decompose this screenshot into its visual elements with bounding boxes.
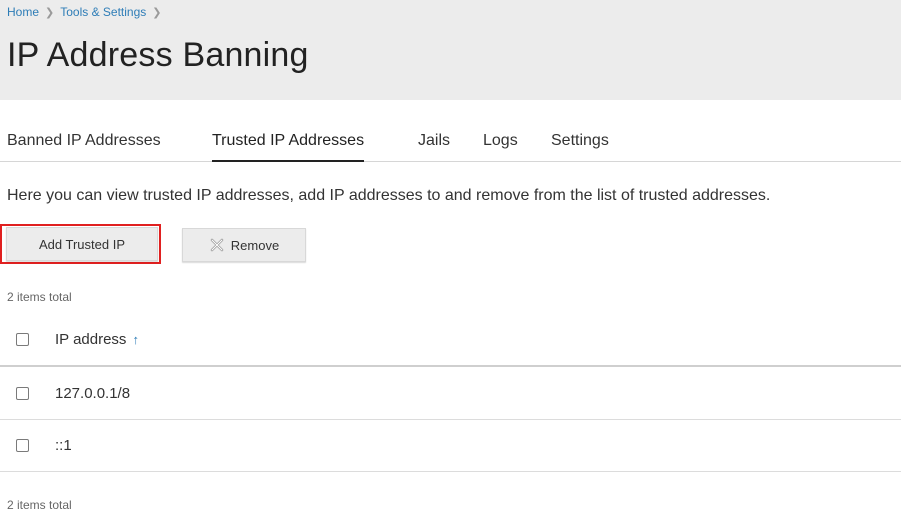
- row-checkbox[interactable]: [16, 438, 29, 452]
- tab-logs[interactable]: Logs: [483, 132, 518, 160]
- ip-address-cell: ::1: [55, 436, 72, 454]
- tab-trusted-ip-addresses[interactable]: Trusted IP Addresses: [212, 132, 365, 162]
- table-row: 127.0.0.1/8: [0, 367, 901, 420]
- page-description: Here you can view trusted IP addresses, …: [7, 187, 771, 204]
- tab-bar: Banned IP Addresses Trusted IP Addresses…: [0, 128, 901, 162]
- row-checkbox[interactable]: [16, 386, 29, 400]
- page-title: IP Address Banning: [7, 36, 309, 74]
- ip-address-cell: 127.0.0.1/8: [55, 384, 131, 402]
- chevron-right-icon: ❯: [45, 6, 55, 19]
- breadcrumb-home[interactable]: Home: [7, 5, 39, 19]
- remove-button-label: Remove: [230, 237, 280, 253]
- sort-ascending-icon: ↑: [132, 332, 139, 347]
- tab-banned-ip-addresses[interactable]: Banned IP Addresses: [7, 132, 161, 160]
- chevron-right-icon: ❯: [152, 6, 162, 19]
- items-count-top: 2 items total: [7, 290, 72, 304]
- tab-settings[interactable]: Settings: [551, 132, 609, 160]
- table-header-row: IP address ↑: [0, 314, 901, 367]
- remove-x-icon: [209, 237, 225, 253]
- tab-jails[interactable]: Jails: [418, 132, 450, 160]
- table-row: ::1: [0, 419, 901, 472]
- select-all-checkbox[interactable]: [16, 333, 29, 346]
- add-trusted-ip-button[interactable]: Add Trusted IP: [6, 227, 158, 261]
- breadcrumb-tools-settings[interactable]: Tools & Settings: [60, 5, 146, 19]
- column-header-ip-address[interactable]: IP address ↑: [55, 331, 139, 348]
- page-header: Home ❯ Tools & Settings ❯ IP Address Ban…: [0, 0, 901, 100]
- items-count-bottom: 2 items total: [7, 498, 72, 512]
- column-header-label: IP address: [55, 331, 127, 348]
- breadcrumb: Home ❯ Tools & Settings ❯: [7, 5, 168, 19]
- remove-button[interactable]: Remove: [182, 228, 306, 262]
